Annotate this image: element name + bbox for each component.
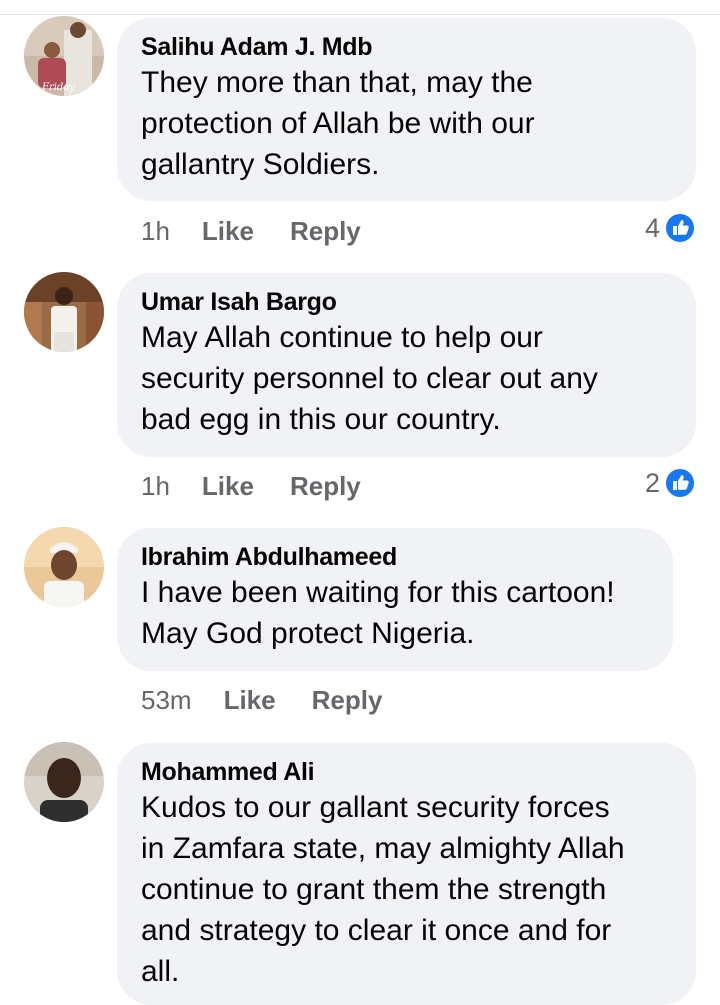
comment-bubble: Salihu Adam J. Mdb They more than that, … [117, 18, 696, 201]
reply-button[interactable]: Reply [290, 471, 361, 502]
comment-author[interactable]: Mohammed Ali [141, 757, 672, 787]
comment-text-line: protection of Allah be with our [141, 107, 535, 140]
comment-actions: 1h Like Reply [141, 468, 361, 504]
comment-text-line: in Zamfara state, may almighty Allah [141, 832, 625, 865]
avatar[interactable] [24, 742, 104, 822]
comment-actions: 53m Like Reply [141, 682, 382, 718]
top-divider [0, 14, 720, 15]
comment-text-line: bad egg in this our country. [141, 403, 501, 436]
comment-text-line: continue to grant them the strength [141, 873, 607, 906]
comment-text-line: and strategy to clear it once and for [141, 914, 612, 947]
comment-text-line: May God protect Nigeria. [141, 617, 475, 650]
reply-button[interactable]: Reply [290, 216, 361, 247]
reply-button[interactable]: Reply [312, 685, 383, 716]
avatar[interactable]: Friday [24, 16, 104, 96]
comment-bubble: Ibrahim Abdulhameed I have been waiting … [117, 528, 673, 671]
comment-text-line: gallantry Soldiers. [141, 148, 380, 181]
like-thumb-icon [664, 212, 696, 244]
like-thumb-icon [664, 467, 696, 499]
comment-text-line: security personnel to clear out any [141, 362, 598, 395]
comment-author[interactable]: Umar Isah Bargo [141, 287, 672, 317]
comment-timestamp[interactable]: 1h [141, 471, 170, 502]
comment-text-line: May Allah continue to help our [141, 321, 543, 354]
like-button[interactable]: Like [224, 685, 276, 716]
comment-text-line: all. [141, 955, 180, 988]
comment-text-line: I have been waiting for this cartoon! [141, 576, 615, 609]
comment-text-line: Kudos to our gallant security forces [141, 791, 610, 824]
comment-text-line: They more than that, may the [141, 66, 533, 99]
reaction-summary[interactable]: 4 [645, 210, 696, 246]
comment-timestamp[interactable]: 1h [141, 216, 170, 247]
comment-author[interactable]: Salihu Adam J. Mdb [141, 32, 672, 62]
comment-actions: 1h Like Reply [141, 213, 361, 249]
svg-text:Friday: Friday [41, 82, 75, 93]
comment-author[interactable]: Ibrahim Abdulhameed [141, 542, 649, 572]
reaction-count: 4 [644, 212, 660, 243]
reaction-count: 2 [644, 467, 660, 498]
avatar[interactable] [24, 272, 104, 352]
like-button[interactable]: Like [202, 471, 254, 502]
avatar[interactable] [24, 527, 104, 607]
like-button[interactable]: Like [202, 216, 254, 247]
reaction-summary[interactable]: 2 [645, 465, 696, 501]
comment-bubble: Mohammed Ali Kudos to our gallant securi… [117, 743, 696, 1005]
comment-bubble: Umar Isah Bargo May Allah continue to he… [117, 273, 696, 457]
comment-timestamp[interactable]: 53m [141, 685, 192, 716]
